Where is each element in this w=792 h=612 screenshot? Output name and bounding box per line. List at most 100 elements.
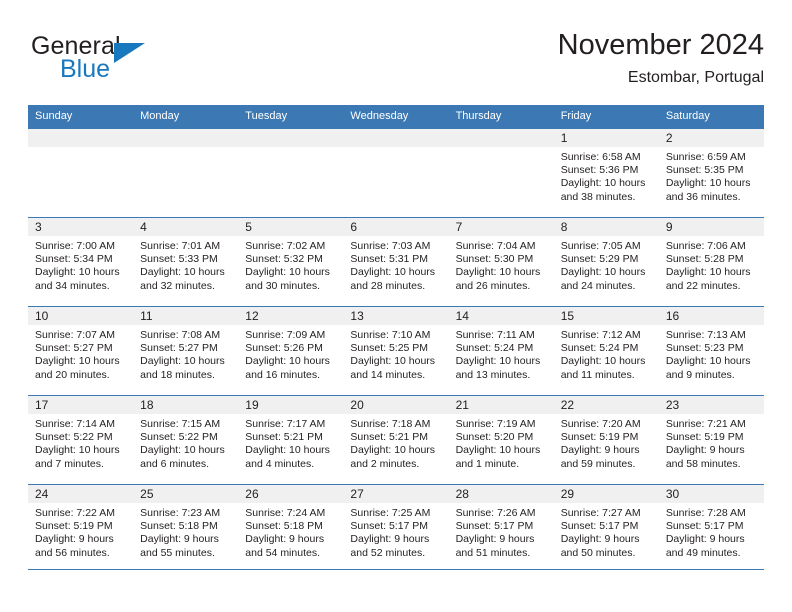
sunrise-text: Sunrise: 7:01 AM [140, 240, 221, 252]
calendar-day-cell[interactable]: 24 Sunrise: 7:22 AM Sunset: 5:19 PM Dayligh… [28, 484, 134, 573]
day-number: 12 [238, 307, 344, 325]
calendar-day-cell[interactable]: 13 Sunrise: 7:10 AM Sunset: 5:25 PM Dayligh… [343, 306, 449, 396]
sunset-text: Sunset: 5:22 PM [140, 431, 218, 444]
day-details: Sunrise: 7:01 AM Sunset: 5:33 PM Daylight:… [133, 236, 238, 293]
sunset-text: Sunset: 5:17 PM [560, 520, 639, 533]
sunrise-text: Sunrise: 7:21 AM [665, 418, 746, 430]
day-cell-inner: 21 Sunrise: 7:19 AM Sunset: 5:20 PM Dayligh… [448, 396, 554, 484]
calendar-day-cell[interactable]: 2 Sunrise: 6:59 AM Sunset: 5:35 PM Daylight… [658, 128, 764, 218]
sunrise-text: Sunrise: 7:25 AM [350, 507, 431, 519]
day-cell-inner [28, 129, 134, 217]
sunset-text: Sunset: 5:17 PM [350, 520, 429, 533]
day-details: Sunrise: 7:27 AM Sunset: 5:17 PM Daylight:… [554, 503, 659, 560]
daylight-text: Daylight: 9 hours and 58 minutes. [665, 444, 745, 470]
daylight-text: Daylight: 10 hours and 13 minutes. [455, 355, 541, 381]
sunset-text: Sunset: 5:24 PM [455, 342, 534, 355]
day-cell-inner: 27 Sunrise: 7:25 AM Sunset: 5:17 PM Dayligh… [343, 485, 449, 573]
sunset-text: Sunset: 5:19 PM [560, 431, 639, 444]
day-cell-inner: 2 Sunrise: 6:59 AM Sunset: 5:35 PM Daylight… [658, 129, 764, 217]
daylight-text: Daylight: 10 hours and 28 minutes. [350, 266, 436, 292]
calendar-day-cell[interactable]: 11 Sunrise: 7:08 AM Sunset: 5:27 PM Dayligh… [133, 306, 239, 396]
calendar-day-cell-empty [238, 128, 344, 218]
daylight-text: Daylight: 10 hours and 30 minutes. [245, 266, 330, 292]
page-subtitle: Estombar, Portugal [627, 69, 764, 86]
daylight-text: Daylight: 10 hours and 6 minutes. [140, 444, 225, 470]
sunrise-text: Sunrise: 7:09 AM [245, 329, 326, 341]
calendar-day-cell[interactable]: 12 Sunrise: 7:09 AM Sunset: 5:26 PM Dayligh… [238, 306, 344, 396]
calendar-day-cell[interactable]: 21 Sunrise: 7:19 AM Sunset: 5:20 PM Dayligh… [448, 395, 554, 485]
calendar-day-cell[interactable]: 14 Sunrise: 7:11 AM Sunset: 5:24 PM Dayligh… [448, 306, 554, 396]
sunrise-text: Sunrise: 7:19 AM [455, 418, 536, 430]
calendar-day-cell[interactable]: 16 Sunrise: 7:13 AM Sunset: 5:23 PM Dayligh… [658, 306, 764, 396]
day-number: 21 [448, 396, 554, 414]
day-details: Sunrise: 7:28 AM Sunset: 5:17 PM Daylight:… [659, 503, 764, 560]
weekday-header-monday: Monday [133, 105, 239, 129]
weekday-header-friday: Friday [553, 105, 659, 129]
daylight-text: Daylight: 10 hours and 9 minutes. [665, 355, 751, 381]
daylight-text: Daylight: 10 hours and 14 minutes. [350, 355, 436, 381]
sunrise-text: Sunrise: 7:24 AM [245, 507, 326, 519]
day-details: Sunrise: 6:58 AM Sunset: 5:36 PM Daylight:… [554, 147, 659, 204]
day-cell-inner: 10 Sunrise: 7:07 AM Sunset: 5:27 PM Dayligh… [28, 307, 134, 395]
calendar-day-cell[interactable]: 30 Sunrise: 7:28 AM Sunset: 5:17 PM Dayligh… [658, 484, 764, 573]
day-details: Sunrise: 7:10 AM Sunset: 5:25 PM Daylight:… [343, 325, 448, 382]
title-block: November 2024 Estombar, Portugal [558, 28, 764, 89]
day-cell-inner: 22 Sunrise: 7:20 AM Sunset: 5:19 PM Dayligh… [553, 396, 659, 484]
calendar-day-cell[interactable]: 15 Sunrise: 7:12 AM Sunset: 5:24 PM Dayligh… [553, 306, 659, 396]
day-number: 26 [238, 485, 344, 503]
calendar-day-cell[interactable]: 23 Sunrise: 7:21 AM Sunset: 5:19 PM Dayligh… [658, 395, 764, 485]
calendar-day-cell[interactable]: 27 Sunrise: 7:25 AM Sunset: 5:17 PM Dayligh… [343, 484, 449, 573]
day-cell-inner: 7 Sunrise: 7:04 AM Sunset: 5:30 PM Daylight… [448, 218, 554, 306]
day-details: Sunrise: 7:06 AM Sunset: 5:28 PM Daylight:… [659, 236, 764, 293]
day-number: 22 [553, 396, 659, 414]
sunrise-text: Sunrise: 7:12 AM [560, 329, 641, 341]
daylight-text: Daylight: 9 hours and 55 minutes. [140, 533, 219, 559]
calendar-day-cell[interactable]: 17 Sunrise: 7:14 AM Sunset: 5:22 PM Dayligh… [28, 395, 134, 485]
daylight-text: Daylight: 10 hours and 22 minutes. [665, 266, 751, 292]
day-details: Sunrise: 7:13 AM Sunset: 5:23 PM Daylight:… [659, 325, 764, 382]
calendar-day-cell[interactable]: 9 Sunrise: 7:06 AM Sunset: 5:28 PM Daylight… [658, 217, 764, 307]
daylight-text: Daylight: 9 hours and 51 minutes. [455, 533, 535, 559]
sunrise-text: Sunrise: 7:15 AM [140, 418, 221, 430]
day-details: Sunrise: 7:02 AM Sunset: 5:32 PM Daylight:… [238, 236, 343, 293]
calendar-day-cell[interactable]: 20 Sunrise: 7:18 AM Sunset: 5:21 PM Dayligh… [343, 395, 449, 485]
day-cell-inner: 13 Sunrise: 7:10 AM Sunset: 5:25 PM Dayligh… [343, 307, 449, 395]
calendar-day-cell[interactable]: 5 Sunrise: 7:02 AM Sunset: 5:32 PM Daylight… [238, 217, 344, 307]
day-details: Sunrise: 7:05 AM Sunset: 5:29 PM Daylight:… [554, 236, 659, 293]
sunrise-text: Sunrise: 7:22 AM [35, 507, 115, 519]
day-details: Sunrise: 7:26 AM Sunset: 5:17 PM Daylight:… [449, 503, 554, 560]
day-number: 8 [553, 218, 659, 236]
sunrise-text: Sunrise: 7:17 AM [245, 418, 326, 430]
calendar-day-cell[interactable]: 7 Sunrise: 7:04 AM Sunset: 5:30 PM Daylight… [448, 217, 554, 307]
calendar-day-cell[interactable]: 1 Sunrise: 6:58 AM Sunset: 5:36 PM Daylight… [553, 128, 659, 218]
calendar-day-cell[interactable]: 4 Sunrise: 7:01 AM Sunset: 5:33 PM Daylight… [133, 217, 239, 307]
calendar-day-cell[interactable]: 29 Sunrise: 7:27 AM Sunset: 5:17 PM Dayligh… [553, 484, 659, 573]
daylight-text: Daylight: 9 hours and 56 minutes. [35, 533, 114, 559]
calendar-day-cell[interactable]: 6 Sunrise: 7:03 AM Sunset: 5:31 PM Daylight… [343, 217, 449, 307]
sunrise-text: Sunrise: 7:00 AM [35, 240, 115, 252]
calendar-day-cell[interactable]: 18 Sunrise: 7:15 AM Sunset: 5:22 PM Dayligh… [133, 395, 239, 485]
day-number: 24 [28, 485, 134, 503]
calendar-day-cell[interactable]: 19 Sunrise: 7:17 AM Sunset: 5:21 PM Dayligh… [238, 395, 344, 485]
sunset-text: Sunset: 5:29 PM [560, 253, 639, 266]
sunrise-text: Sunrise: 6:58 AM [560, 151, 641, 163]
calendar-day-cell[interactable]: 26 Sunrise: 7:24 AM Sunset: 5:18 PM Dayligh… [238, 484, 344, 573]
day-details: Sunrise: 7:07 AM Sunset: 5:27 PM Daylight:… [28, 325, 133, 382]
day-number [28, 129, 134, 147]
day-number: 28 [448, 485, 554, 503]
calendar-day-cell[interactable]: 10 Sunrise: 7:07 AM Sunset: 5:27 PM Dayligh… [28, 306, 134, 396]
day-number [238, 129, 344, 147]
daylight-text: Daylight: 9 hours and 50 minutes. [560, 533, 640, 559]
calendar-day-cell[interactable]: 25 Sunrise: 7:23 AM Sunset: 5:18 PM Dayligh… [133, 484, 239, 573]
sunset-text: Sunset: 5:18 PM [245, 520, 323, 533]
calendar-day-cell[interactable]: 8 Sunrise: 7:05 AM Sunset: 5:29 PM Daylight… [553, 217, 659, 307]
calendar-day-cell[interactable]: 3 Sunrise: 7:00 AM Sunset: 5:34 PM Daylight… [28, 217, 134, 307]
calendar-day-cell[interactable]: 28 Sunrise: 7:26 AM Sunset: 5:17 PM Dayligh… [448, 484, 554, 573]
day-number [133, 129, 239, 147]
day-number [448, 129, 554, 147]
calendar-day-cell-empty [343, 128, 449, 218]
calendar-week-row: 10 Sunrise: 7:07 AM Sunset: 5:27 PM Dayligh… [28, 306, 764, 396]
calendar-day-cell[interactable]: 22 Sunrise: 7:20 AM Sunset: 5:19 PM Dayligh… [553, 395, 659, 485]
day-details: Sunrise: 7:14 AM Sunset: 5:22 PM Daylight:… [28, 414, 133, 471]
sunrise-text: Sunrise: 7:06 AM [665, 240, 746, 252]
